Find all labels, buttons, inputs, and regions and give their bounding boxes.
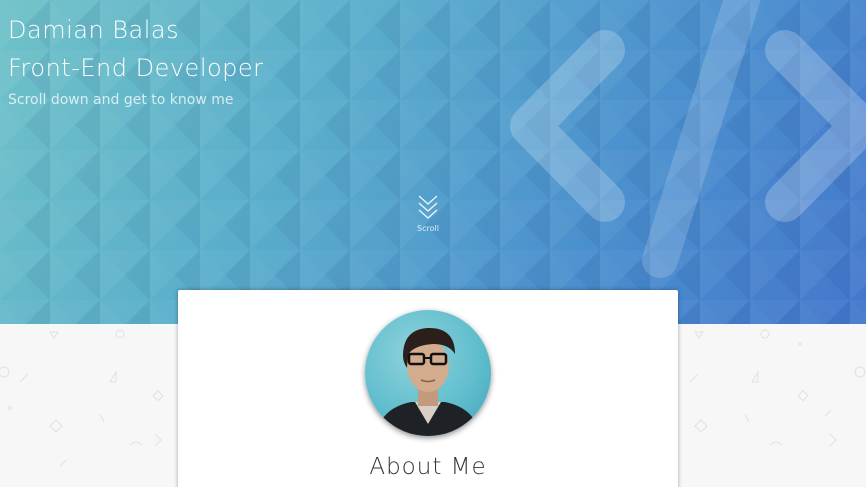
hero-text-block: Damian Balas Front-End Developer Scroll … [8,10,264,108]
hero-name: Damian Balas [8,16,180,44]
page: Damian Balas Front-End Developer Scroll … [0,0,866,487]
hero-job-title: Front-End Developer [8,54,264,82]
about-card: About Me [178,290,678,487]
chevron-double-down-icon [418,195,438,219]
hero-subtitle: Scroll down and get to know me [8,92,234,108]
code-icon [510,0,866,278]
hero-section: Damian Balas Front-End Developer Scroll … [0,0,866,324]
avatar [365,310,491,436]
scroll-label: Scroll [417,224,439,233]
about-heading: About Me [369,454,487,480]
scroll-down-button[interactable]: Scroll [410,194,446,233]
profile-photo-icon [375,327,481,436]
